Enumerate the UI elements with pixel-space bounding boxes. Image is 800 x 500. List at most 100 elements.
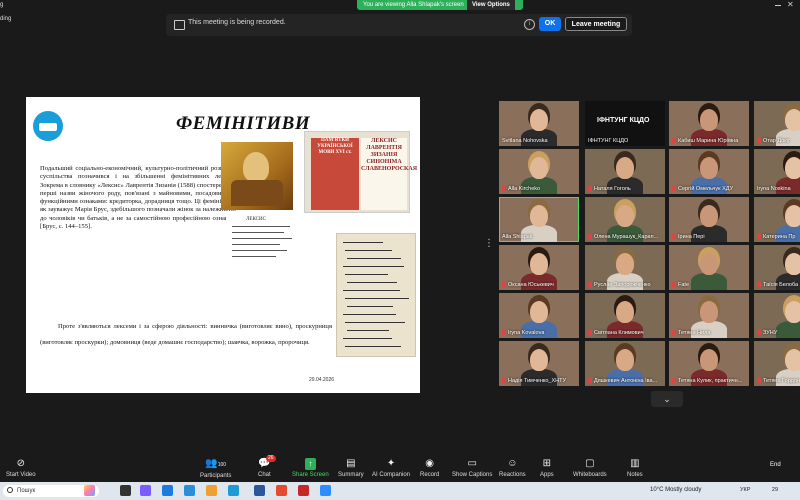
participant-tile[interactable]: Fate [669, 245, 749, 290]
ok-button[interactable]: OK [539, 17, 561, 31]
participant-tile[interactable]: Тетяна Кулик, практичн... [669, 341, 749, 386]
minimize-icon[interactable] [775, 5, 781, 6]
participant-tile[interactable]: Олена Мурашук_Карап... [585, 197, 665, 242]
participant-face [530, 253, 548, 275]
reactions-button[interactable]: ☺ Reactions [499, 458, 526, 478]
book-cover-pamiatky: ПАМ'ЯТКИ УКРАЇНСЬКОЇ МОВИ XVI ст. [311, 138, 359, 210]
participant-face [530, 301, 548, 323]
word-icon[interactable] [254, 485, 265, 496]
folder-icon[interactable] [162, 485, 173, 496]
participant-tile[interactable]: Наталя Гоголь [585, 149, 665, 194]
ai-companion-icon: ✦ [386, 458, 396, 469]
participant-tile[interactable]: Отар Доку [754, 101, 800, 146]
shared-screen-slide: ФЕМІНІТИВИ Подальший соціально-економічн… [26, 97, 420, 393]
participant-tile[interactable]: Надія Тимченко_ХНТУ [499, 341, 579, 386]
participant-tile[interactable]: Світлана Климович [585, 293, 665, 338]
clock[interactable]: 29 [772, 487, 778, 493]
slide-date: 29.04.2026 [309, 377, 335, 383]
manuscript-line [345, 274, 388, 275]
participant-name: Fate [678, 282, 690, 288]
manuscript-line [343, 242, 383, 243]
explorer-icon[interactable] [206, 485, 217, 496]
end-button[interactable]: End [770, 462, 781, 468]
record-label: Record [420, 472, 440, 478]
edge-icon[interactable] [184, 485, 195, 496]
apps-button[interactable]: ⊞ Apps [540, 458, 554, 478]
gallery-next-page-button[interactable]: ⌄ [651, 391, 683, 407]
chat-button[interactable]: 26 💬 Chat [258, 455, 276, 478]
summary-button[interactable]: ▤ Summary [338, 458, 364, 478]
zoom-icon[interactable] [320, 485, 331, 496]
participant-tile[interactable]: Оксана Юськевич [499, 245, 579, 290]
collapse-gallery-icon[interactable]: ⋮ [484, 238, 494, 249]
participant-tile[interactable]: Таїсія Белоба [754, 245, 800, 290]
manuscript-line [347, 330, 389, 331]
participants-button[interactable]: 👥100 Participants [200, 458, 231, 479]
weather-widget[interactable]: 10°C Mostly cloudy [650, 487, 701, 493]
share-screen-button[interactable]: ↑ Share Screen [292, 458, 329, 478]
participant-tile[interactable]: Тетяна Гордон [754, 341, 800, 386]
muted-mic-icon [757, 138, 761, 143]
participant-tile[interactable]: Руслан Запорожченко [585, 245, 665, 290]
view-options-button[interactable]: View Options [467, 0, 515, 10]
muted-mic-icon [588, 282, 592, 287]
participant-tile[interactable]: Сергій Омельчук ХДУ [669, 149, 749, 194]
participant-face [785, 349, 800, 371]
window-title-fragment: g [0, 2, 4, 8]
participant-name: Svitlana Nohovska [502, 138, 548, 144]
muted-mic-icon [502, 378, 506, 383]
participant-tile[interactable]: Iryna Kovalova [499, 293, 579, 338]
participant-face [700, 109, 718, 131]
info-icon[interactable]: i [524, 19, 535, 30]
university-logo-icon [33, 111, 63, 141]
muted-mic-icon [502, 186, 506, 191]
chat-label: Chat [258, 472, 271, 478]
participant-face [700, 205, 718, 227]
participant-name: Ірина Пері [678, 234, 705, 240]
copilot-icon[interactable] [84, 485, 95, 496]
participant-tile[interactable]: Ірина Пері [669, 197, 749, 242]
show-captions-button[interactable]: ▭ Show Captions [452, 458, 492, 478]
manuscript-line [345, 250, 392, 251]
participant-tile[interactable]: Alla Shlapak [499, 197, 579, 242]
participant-tile[interactable]: Svitlana Nohovska [499, 101, 579, 146]
participant-face [616, 301, 634, 323]
app-icon[interactable] [140, 485, 151, 496]
participant-tile[interactable]: Alla Kircheko [499, 149, 579, 194]
system-tray[interactable]: УКР 29 [740, 487, 778, 493]
participant-tile[interactable]: ІФНТУНГ КЦДО ІФНТУНГ КЦДО [585, 101, 665, 146]
ai-companion-button[interactable]: ✦ AI Companion [372, 458, 410, 478]
participant-tile[interactable]: ЗУНУ [754, 293, 800, 338]
participant-name: Таїсія Белоба [763, 282, 799, 288]
muted-mic-icon [757, 378, 761, 383]
participant-tile[interactable]: Кабиш Марина Юріївна [669, 101, 749, 146]
participant-tile[interactable]: Дяшкевич Антоніна Іва... [585, 341, 665, 386]
participant-tile[interactable]: Тетяна Нила [669, 293, 749, 338]
start-video-label: Start Video [6, 472, 36, 478]
participants-count: 100 [217, 462, 227, 468]
manuscript-label: ЛЕКСИС [246, 217, 266, 222]
muted-mic-icon [672, 330, 676, 335]
participant-tile[interactable]: Катерина Пр [754, 197, 800, 242]
task-view-icon[interactable] [120, 485, 131, 496]
summary-icon: ▤ [346, 458, 356, 469]
muted-mic-icon [588, 186, 592, 191]
store-icon[interactable] [228, 485, 239, 496]
chrome-icon[interactable] [276, 485, 287, 496]
participant-face [700, 349, 718, 371]
whiteboards-button[interactable]: ▢ Whiteboards [573, 458, 607, 478]
language-indicator[interactable]: УКР [740, 487, 750, 493]
wps-icon[interactable] [298, 485, 309, 496]
participant-name: Кабиш Марина Юріївна [678, 138, 739, 144]
start-video-button[interactable]: ⊘ Start Video [6, 458, 36, 478]
participant-face [616, 157, 634, 179]
search-placeholder: Пошук [17, 488, 36, 494]
notes-button[interactable]: ▥ Notes [627, 458, 643, 478]
muted-mic-icon [672, 186, 676, 191]
record-button[interactable]: ◉ Record [420, 458, 439, 478]
participant-tile[interactable]: Iryna Noskina [754, 149, 800, 194]
captions-icon: ▭ [467, 458, 477, 469]
leave-meeting-button[interactable]: Leave meeting [565, 17, 627, 31]
close-icon[interactable]: ✕ [787, 0, 794, 10]
show-captions-label: Show Captions [452, 472, 493, 478]
